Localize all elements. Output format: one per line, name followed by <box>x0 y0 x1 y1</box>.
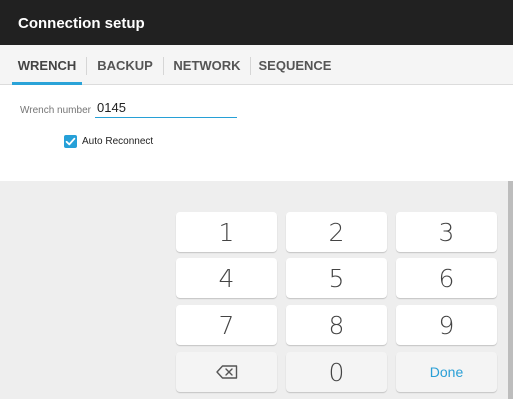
backspace-key[interactable] <box>176 352 277 392</box>
key-3[interactable]: 3 <box>396 212 497 252</box>
key-4[interactable]: 4 <box>176 258 277 298</box>
tab-bar: WRENCH BACKUP NETWORK SEQUENCE <box>0 45 513 85</box>
done-key[interactable]: Done <box>396 352 497 392</box>
tab-sequence[interactable]: SEQUENCE <box>251 45 339 84</box>
key-8[interactable]: 8 <box>286 305 387 345</box>
checkmark-icon <box>65 137 76 146</box>
key-6[interactable]: 6 <box>396 258 497 298</box>
titlebar: Connection setup <box>0 0 513 45</box>
key-9[interactable]: 9 <box>396 305 497 345</box>
page-title: Connection setup <box>18 15 145 32</box>
auto-reconnect-checkbox[interactable] <box>64 135 77 148</box>
key-5[interactable]: 5 <box>286 258 387 298</box>
key-0[interactable]: 0 <box>286 352 387 392</box>
backspace-icon <box>215 365 237 379</box>
tab-network[interactable]: NETWORK <box>164 45 250 84</box>
key-7[interactable]: 7 <box>176 305 277 345</box>
wrench-settings-panel: Wrench number Auto Reconnect <box>0 85 513 181</box>
key-2[interactable]: 2 <box>286 212 387 252</box>
key-1[interactable]: 1 <box>176 212 277 252</box>
auto-reconnect-label: Auto Reconnect <box>82 136 154 147</box>
wrench-number-input[interactable] <box>95 98 237 118</box>
wrench-number-label: Wrench number <box>20 105 91 116</box>
numeric-keypad: 1 2 3 4 5 6 7 8 9 0 Done <box>0 181 513 399</box>
tab-backup[interactable]: BACKUP <box>87 45 163 84</box>
tab-wrench[interactable]: WRENCH <box>8 45 86 85</box>
